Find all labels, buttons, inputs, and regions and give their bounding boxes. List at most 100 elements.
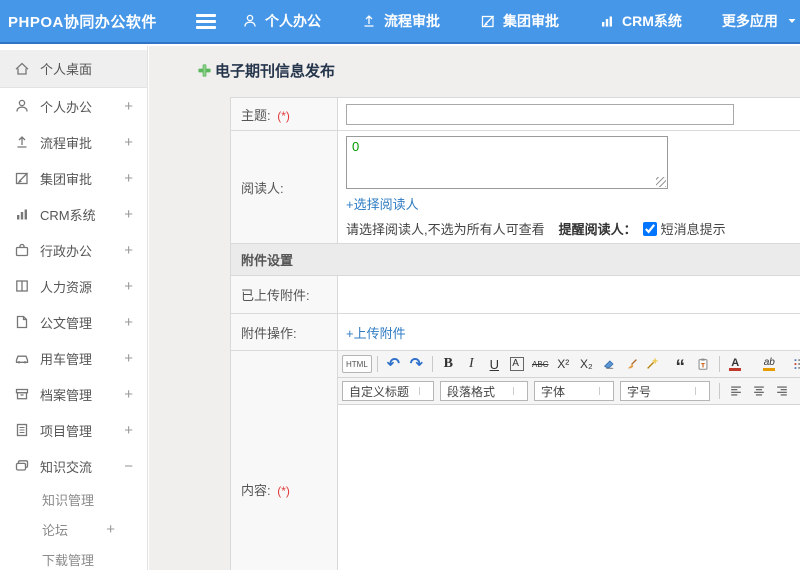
edit-icon — [480, 13, 496, 29]
caret-down-icon — [513, 387, 524, 395]
readers-textarea[interactable]: 0 — [346, 136, 668, 189]
select-label: 段落格式 — [447, 384, 496, 399]
archive-icon — [14, 386, 30, 402]
sidebar-item-official-docs[interactable]: 公文管理 + — [0, 304, 147, 340]
sidebar-item-group-approval[interactable]: 集团审批 + — [0, 160, 147, 196]
align-justify-button[interactable] — [794, 381, 800, 402]
readers-value: 0 — [352, 139, 360, 154]
expand-toggle[interactable]: + — [124, 134, 133, 151]
subject-row: 主题: (*) — [230, 97, 800, 131]
resize-grip-icon[interactable] — [656, 177, 666, 187]
sidebar-subitem-forum[interactable]: 论坛 + — [0, 514, 147, 544]
redo-button[interactable]: ↷ — [406, 354, 427, 375]
strikethrough-button[interactable]: ABC — [530, 354, 551, 375]
sidebar-subitem-knowledge-mgmt[interactable]: 知识管理 — [0, 484, 147, 514]
align-right-button[interactable] — [771, 381, 792, 402]
clipboard-icon — [696, 357, 710, 371]
superscript-button[interactable]: X² — [553, 354, 574, 375]
expand-toggle[interactable]: + — [106, 521, 133, 538]
expand-toggle[interactable]: + — [124, 170, 133, 187]
sidebar-item-crm[interactable]: CRM系统 + — [0, 196, 147, 232]
nav-workflow-approval[interactable]: 流程审批 — [361, 11, 440, 31]
sidebar-item-hr[interactable]: 人力资源 + — [0, 268, 147, 304]
align-center-button[interactable] — [748, 381, 769, 402]
font-size-select[interactable]: 字号 — [620, 381, 710, 401]
nav-personal-office[interactable]: 个人办公 — [242, 11, 321, 31]
sidebar-item-label: 集团审批 — [40, 171, 93, 187]
bold-button[interactable]: B — [438, 354, 459, 375]
expand-toggle[interactable]: + — [124, 278, 133, 295]
collapse-toggle[interactable]: − — [124, 458, 133, 475]
align-left-button[interactable] — [725, 381, 746, 402]
home-icon — [14, 61, 30, 77]
subject-value-cell — [337, 97, 800, 131]
nav-label: 流程审批 — [384, 13, 440, 29]
sidebar-item-label: 用车管理 — [40, 351, 93, 367]
format-brush-button[interactable] — [622, 354, 643, 375]
expand-toggle[interactable]: + — [124, 242, 133, 259]
content-row: 内容: (*) HTML ↶ ↷ B I U A ABC X² X₂ “ A a… — [230, 350, 800, 570]
caret-down-icon[interactable] — [783, 360, 791, 368]
toolbar-separator — [718, 356, 720, 372]
edit-icon — [14, 170, 30, 186]
nav-more-apps[interactable]: 更多应用 — [722, 11, 797, 31]
highlight-color-button[interactable]: ab — [759, 354, 780, 375]
sidebar-item-archives[interactable]: 档案管理 + — [0, 376, 147, 412]
hamburger-menu-icon[interactable] — [196, 13, 216, 29]
subscript-button[interactable]: X₂ — [576, 354, 597, 375]
italic-button[interactable]: I — [461, 354, 482, 375]
sidebar-item-label: 个人桌面 — [40, 62, 93, 77]
page-title: 电子期刊信息发布 — [215, 63, 336, 80]
sidebar-item-vehicle[interactable]: 用车管理 + — [0, 340, 147, 376]
expand-toggle[interactable]: + — [124, 98, 133, 115]
operations-value-cell: +上传附件 — [337, 313, 800, 351]
sidebar-item-projects[interactable]: 项目管理 + — [0, 412, 147, 448]
editor-content-area[interactable] — [338, 405, 800, 570]
ordered-list-button[interactable] — [793, 354, 800, 375]
nav-crm-system[interactable]: CRM系统 — [599, 11, 682, 31]
sidebar-item-admin-office[interactable]: 行政办公 + — [0, 232, 147, 268]
caret-down-icon — [660, 360, 668, 368]
caret-down-icon[interactable] — [749, 360, 757, 368]
expand-toggle[interactable]: + — [124, 422, 133, 439]
expand-toggle[interactable]: + — [124, 314, 133, 331]
custom-heading-select[interactable]: 自定义标题 — [342, 381, 434, 401]
project-icon — [14, 422, 30, 438]
chart-icon — [14, 206, 30, 222]
undo-button[interactable]: ↶ — [383, 354, 404, 375]
paragraph-format-select[interactable]: 段落格式 — [440, 381, 528, 401]
upload-attachment-link[interactable]: +上传附件 — [346, 323, 406, 342]
sidebar-item-personal-office[interactable]: 个人办公 + — [0, 88, 147, 124]
subject-input[interactable] — [346, 103, 734, 125]
html-source-button[interactable]: HTML — [342, 355, 372, 373]
paste-text-button[interactable] — [693, 354, 714, 375]
content-label-cell: 内容: (*) — [230, 350, 338, 570]
font-color-button[interactable]: A — [725, 354, 746, 375]
sidebar-item-label: 人力资源 — [40, 279, 93, 295]
font-family-select[interactable]: 字体 — [534, 381, 614, 401]
expand-toggle[interactable]: + — [124, 350, 133, 367]
sidebar-item-knowledge[interactable]: 知识交流 − — [0, 448, 147, 484]
editor-toolbar-row2: 自定义标题 段落格式 字体 字号 — [338, 378, 800, 405]
sidebar-item-workflow-approval[interactable]: 流程审批 + — [0, 124, 147, 160]
nav-group-approval[interactable]: 集团审批 — [480, 11, 559, 31]
nav-label: 集团审批 — [503, 13, 559, 29]
underline-button[interactable]: U — [484, 354, 505, 375]
font-style-button[interactable]: A — [507, 354, 528, 375]
select-label: 字号 — [627, 384, 652, 399]
sms-remind-checkbox[interactable] — [642, 221, 657, 236]
expand-toggle[interactable]: + — [124, 386, 133, 403]
eraser-button[interactable] — [599, 354, 620, 375]
select-readers-link[interactable]: +选择阅读人 — [346, 194, 419, 213]
eraser-icon — [602, 357, 616, 371]
sidebar-subitem-downloads[interactable]: 下载管理 — [0, 544, 147, 570]
subject-label: 主题: — [241, 107, 271, 123]
page-title-row: 电子期刊信息发布 — [197, 60, 800, 81]
attachment-operations-label: 附件操作: — [241, 325, 297, 341]
flow-icon — [361, 13, 377, 29]
blockquote-button[interactable]: “ — [670, 354, 691, 377]
expand-toggle[interactable]: + — [124, 206, 133, 223]
uploaded-attachments-row: 已上传附件: — [230, 275, 800, 314]
sidebar-item-desktop[interactable]: 个人桌面 — [0, 50, 147, 88]
autoformat-button[interactable] — [645, 354, 668, 375]
